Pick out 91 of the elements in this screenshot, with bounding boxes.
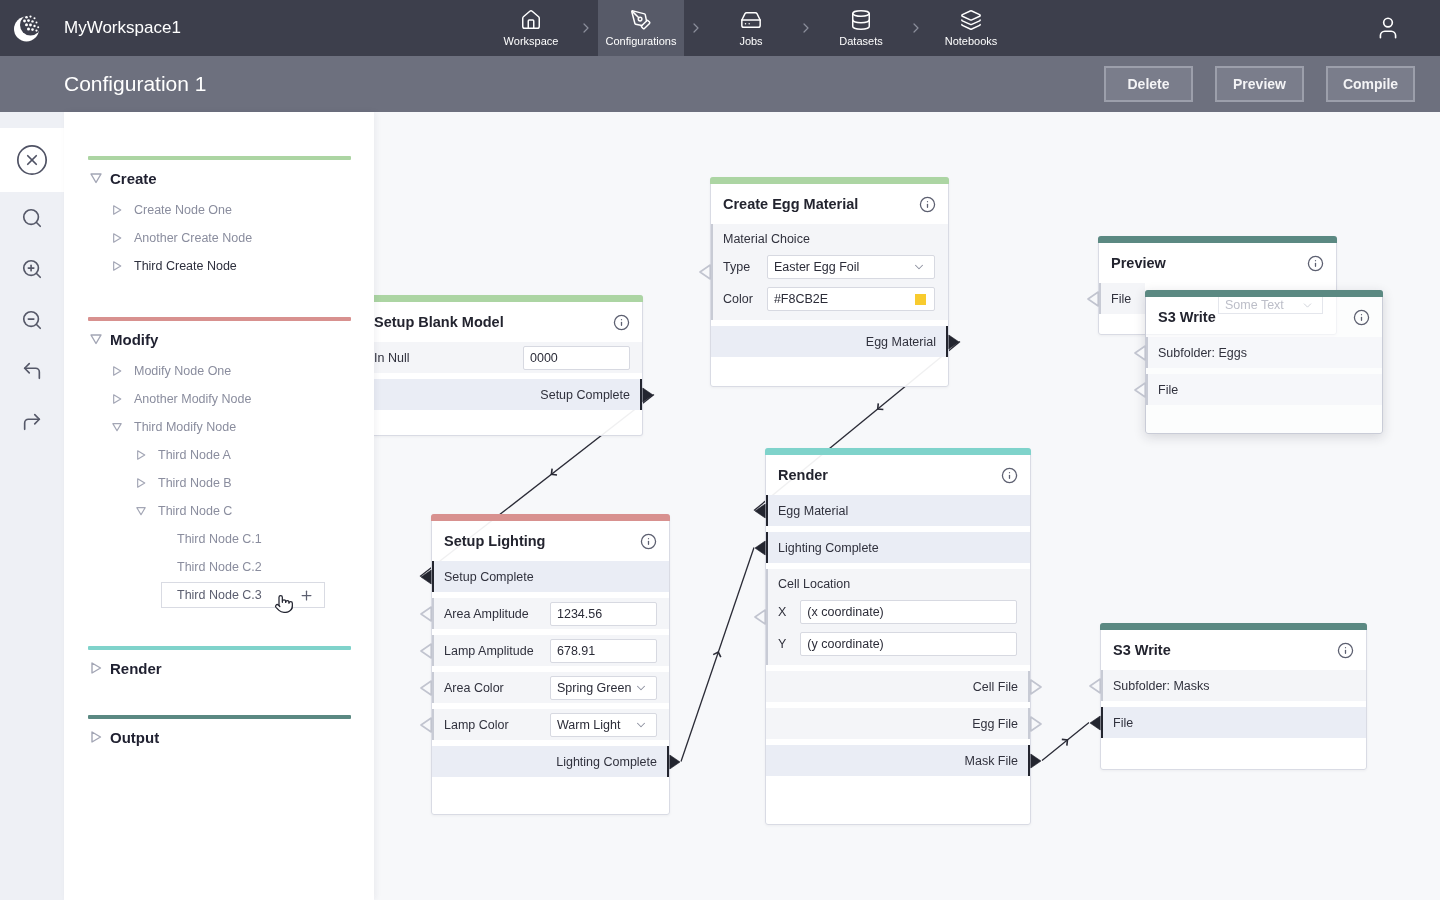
- caret-right-icon[interactable]: [136, 478, 146, 488]
- pen-tool-icon: [630, 9, 652, 31]
- node-title: S3 Write: [1158, 309, 1216, 325]
- input-field[interactable]: (y coordinate): [800, 632, 1017, 656]
- field-label: Area Amplitude: [444, 605, 529, 623]
- search-icon: [21, 206, 43, 229]
- port-label: Egg File: [972, 715, 1018, 733]
- home-icon: [520, 9, 542, 31]
- field-label: Lamp Color: [444, 716, 509, 734]
- caret-right-icon[interactable]: [112, 366, 122, 376]
- port-label: File: [1158, 381, 1179, 399]
- info-icon[interactable]: [1307, 254, 1324, 272]
- group-label: Material Choice: [723, 231, 811, 248]
- hand-cursor-icon: [274, 594, 294, 614]
- header-button[interactable]: Preview: [1215, 66, 1304, 102]
- hard-drive-icon: [740, 9, 762, 31]
- node-title: Render: [778, 467, 828, 483]
- nav-tab[interactable]: Workspace: [488, 0, 574, 56]
- node-title: Create Egg Material: [723, 196, 859, 212]
- port-label: Setup Complete: [444, 568, 534, 586]
- port-label: Setup Complete: [540, 386, 630, 404]
- info-icon[interactable]: [1001, 466, 1018, 484]
- color-field[interactable]: #F8CB2E: [766, 287, 935, 311]
- plus-icon[interactable]: [299, 587, 314, 603]
- section-title[interactable]: Render: [110, 659, 162, 677]
- info-icon[interactable]: [640, 532, 657, 550]
- port-label: File: [1113, 714, 1134, 732]
- port-label: Egg Material: [865, 333, 936, 351]
- node-title: Setup Lighting: [444, 533, 546, 549]
- nav-tab[interactable]: Jobs: [708, 0, 794, 56]
- port-label: Cell File: [972, 678, 1018, 696]
- select-field[interactable]: Warm Light: [550, 712, 657, 737]
- field-label: Y: [778, 636, 787, 653]
- group-label: Cell Location: [778, 576, 852, 593]
- nav-tab[interactable]: Datasets: [818, 0, 904, 56]
- caret-right-icon[interactable]: [112, 394, 122, 404]
- tree-item[interactable]: Third Create Node: [134, 259, 237, 273]
- caret-down-icon[interactable]: [136, 506, 146, 516]
- caret-right-icon[interactable]: [136, 450, 146, 460]
- info-icon[interactable]: [919, 195, 936, 213]
- database-icon: [850, 9, 872, 31]
- section-title[interactable]: Create: [110, 169, 157, 187]
- caret-right-icon[interactable]: [90, 662, 102, 674]
- close-icon: [15, 143, 49, 177]
- tool-button[interactable]: [0, 128, 64, 192]
- header-button[interactable]: Delete: [1104, 66, 1193, 102]
- zoom-out-icon: [21, 308, 43, 331]
- port-label: Egg Material: [778, 502, 849, 520]
- field-label: Type: [723, 259, 752, 276]
- input-field[interactable]: 678.91: [550, 638, 657, 663]
- nav-tab[interactable]: Notebooks: [928, 0, 1014, 56]
- info-icon[interactable]: [613, 313, 630, 331]
- caret-right-icon[interactable]: [90, 731, 102, 743]
- field-label: Lamp Amplitude: [444, 642, 534, 660]
- select-field[interactable]: Easter Egg Foil: [766, 255, 935, 279]
- field-label: In Null: [374, 349, 410, 367]
- tree-item[interactable]: Another Modify Node: [134, 392, 252, 406]
- page-title: Configuration 1: [64, 72, 207, 96]
- caret-right-icon[interactable]: [112, 205, 122, 215]
- port-label: File: [1111, 290, 1132, 308]
- input-field[interactable]: (x coordinate): [800, 600, 1017, 624]
- layers-icon: [960, 9, 982, 31]
- port-label: Mask File: [964, 752, 1018, 770]
- node-title: S3 Write: [1113, 642, 1171, 658]
- node-title: Preview: [1111, 255, 1166, 271]
- field-label: Color: [723, 291, 753, 308]
- header-button[interactable]: Compile: [1326, 66, 1415, 102]
- field-label: X: [778, 604, 787, 621]
- info-icon[interactable]: [1353, 308, 1370, 326]
- connector-line: [1041, 721, 1090, 762]
- port-label: Lighting Complete: [778, 539, 879, 557]
- section-title[interactable]: Output: [110, 728, 160, 746]
- input-field[interactable]: 0000: [523, 345, 630, 370]
- section-title[interactable]: Modify: [110, 330, 159, 348]
- logo-icon[interactable]: [14, 14, 41, 42]
- nav-tab[interactable]: Configurations: [598, 0, 684, 56]
- info-icon[interactable]: [1337, 641, 1354, 659]
- port-label: Subfolder: Masks: [1113, 677, 1210, 695]
- workspace-name: MyWorkspace1: [64, 18, 181, 38]
- input-field[interactable]: 1234.56: [550, 601, 657, 626]
- caret-right-icon[interactable]: [112, 261, 122, 271]
- zoom-in-icon: [21, 257, 43, 280]
- port-label: Lighting Complete: [556, 753, 657, 771]
- port-label: Subfolder: Eggs: [1158, 344, 1247, 362]
- caret-down-icon[interactable]: [112, 422, 122, 432]
- caret-down-icon[interactable]: [90, 333, 102, 345]
- caret-down-icon[interactable]: [90, 172, 102, 184]
- field-label: Area Color: [444, 679, 504, 697]
- caret-right-icon[interactable]: [112, 233, 122, 243]
- select-field[interactable]: Spring Green: [550, 675, 657, 700]
- node-title: Setup Blank Model: [374, 314, 504, 330]
